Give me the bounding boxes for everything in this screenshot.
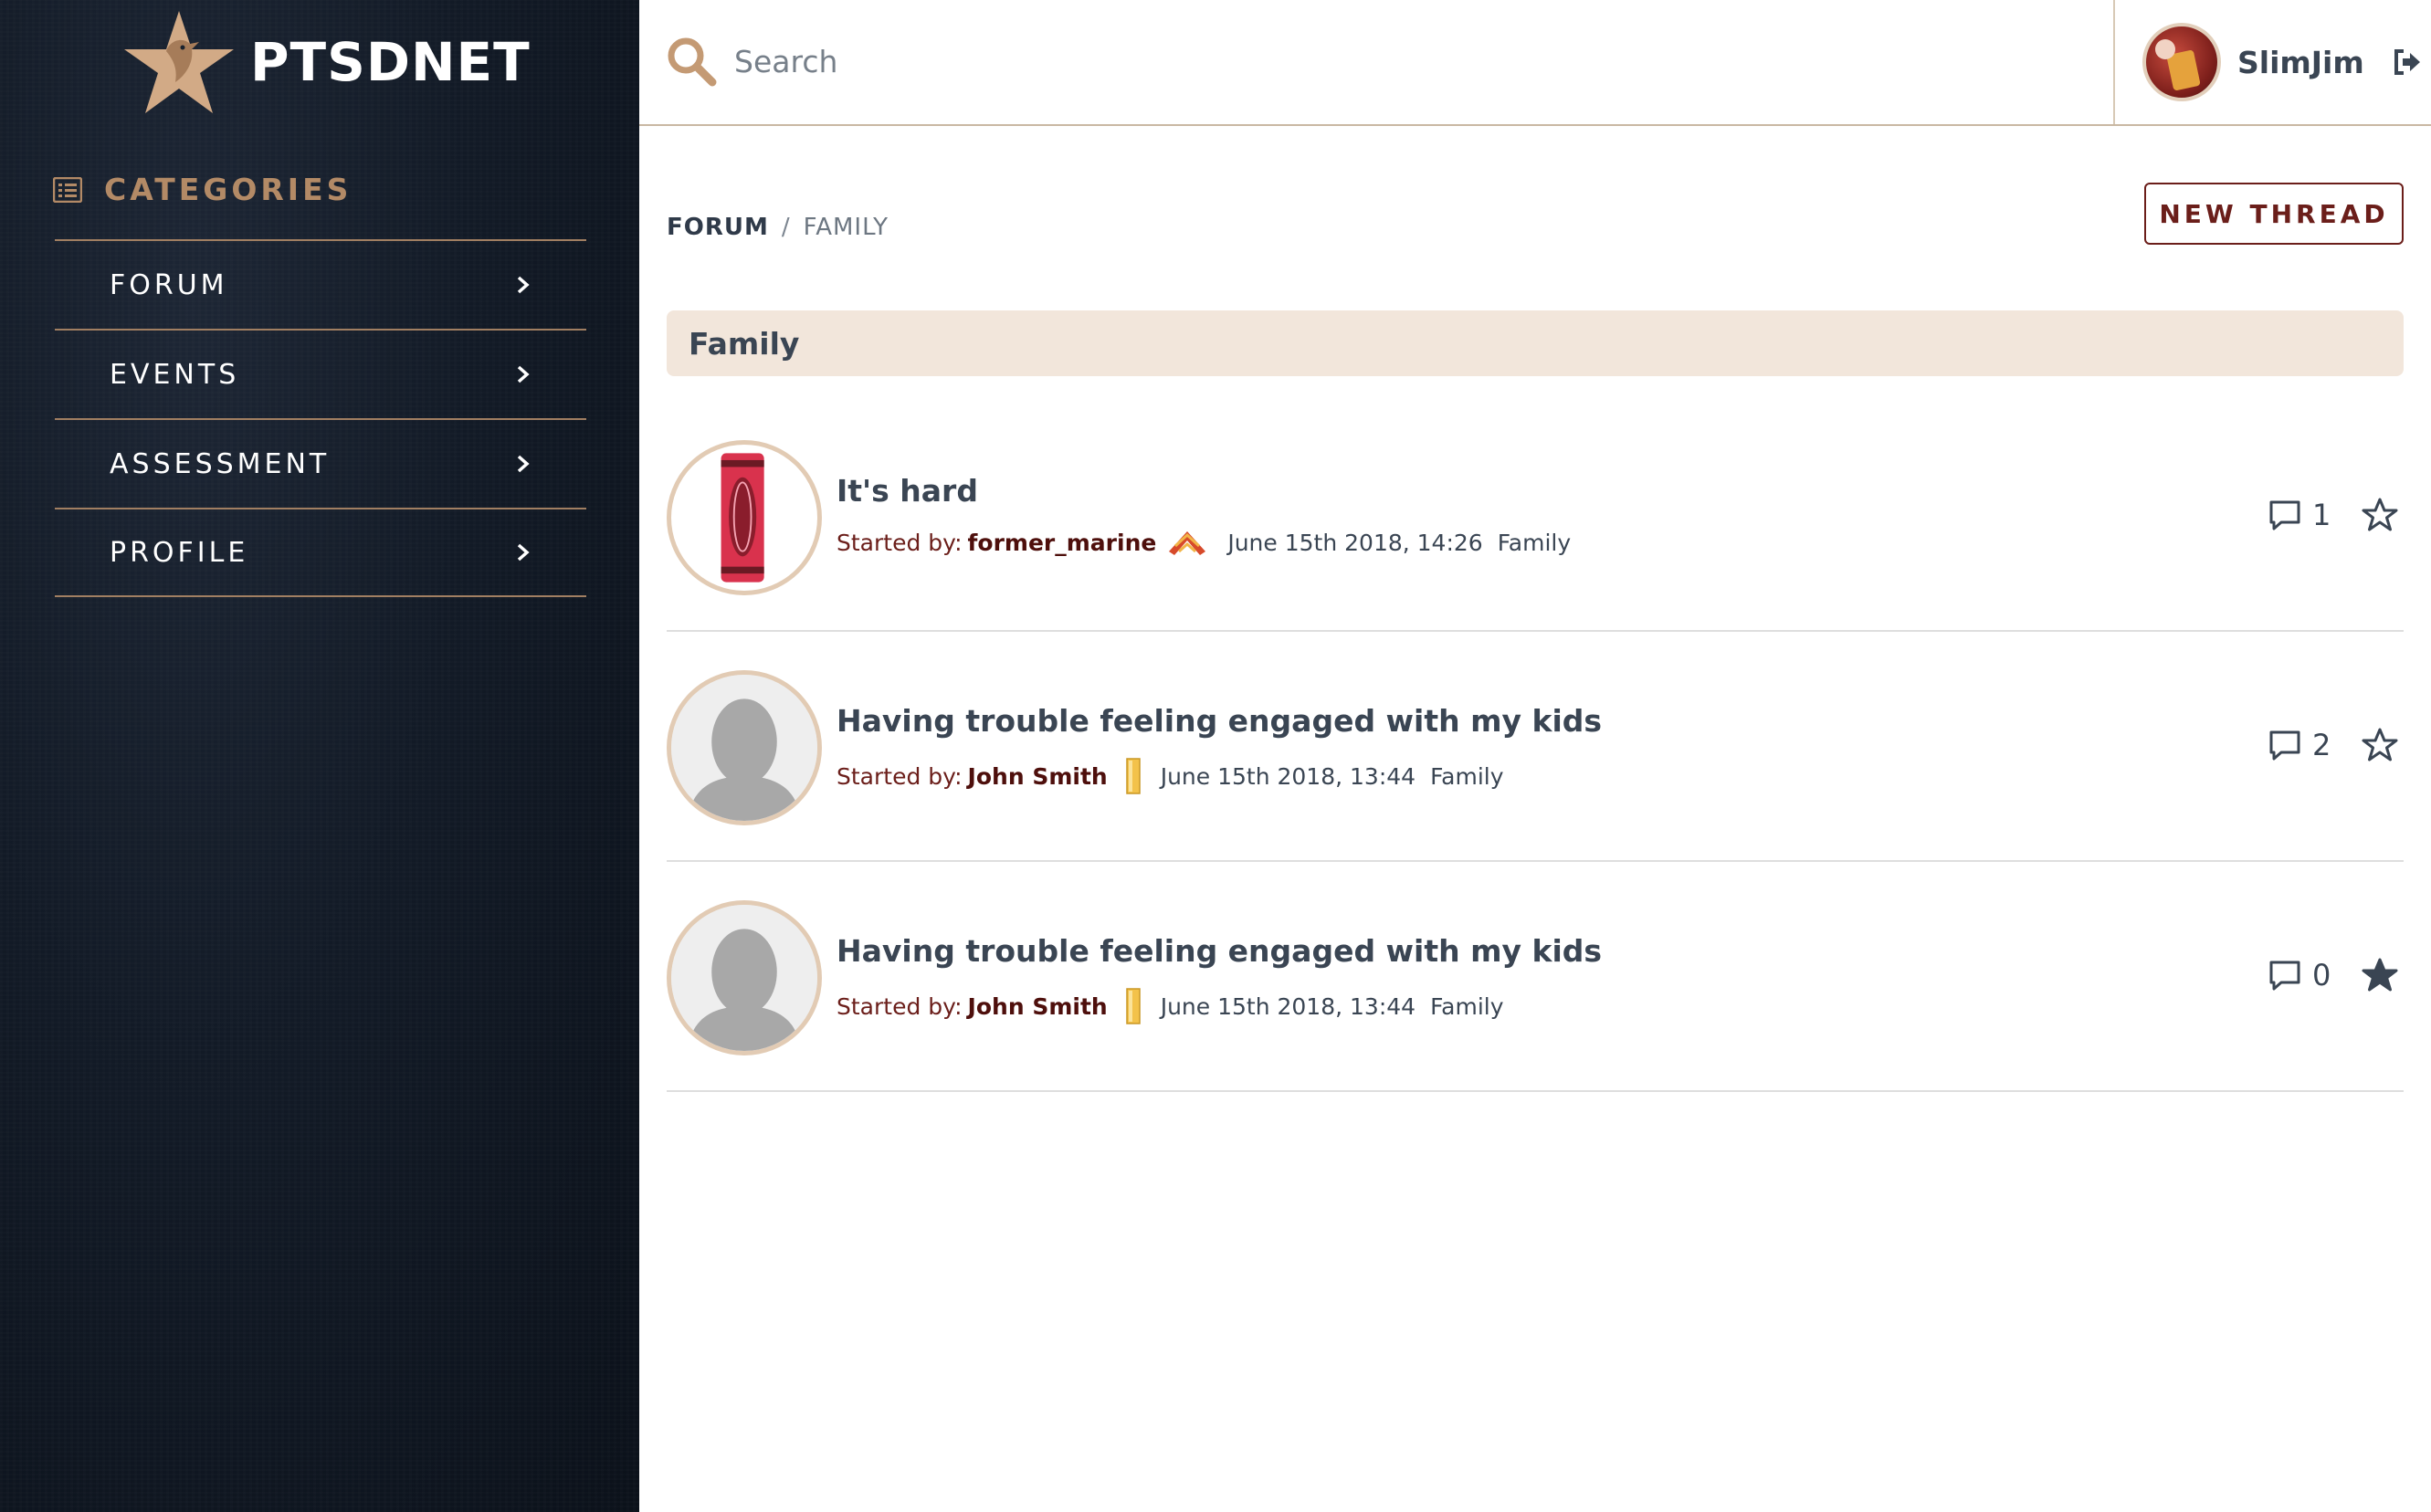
crayon-avatar-image: [721, 453, 764, 583]
thread-meta: Started by: John Smith June 15th 2018, 1…: [837, 988, 1504, 1024]
user-menu: SlimJim: [2113, 0, 2431, 124]
chevron-right-icon: [517, 276, 530, 294]
chevron-right-icon: [517, 543, 530, 562]
thread-row[interactable]: Having trouble feeling engaged with my k…: [667, 632, 2404, 862]
default-avatar-image: [671, 905, 817, 1051]
breadcrumb-separator: /: [781, 214, 791, 241]
thread-date: June 15th 2018, 13:44: [1160, 762, 1416, 790]
sidebar-item-profile[interactable]: PROFILE: [55, 508, 586, 597]
thread-author[interactable]: former_marine: [968, 530, 1157, 556]
comment-icon[interactable]: [2268, 499, 2301, 531]
thread-category: Family: [1430, 762, 1504, 790]
thread-actions: 2: [2268, 727, 2398, 763]
sidebar-item-label: EVENTS: [110, 358, 240, 391]
comment-count: 1: [2312, 498, 2331, 532]
thread-row[interactable]: Having trouble feeling engaged with my k…: [667, 862, 2404, 1092]
section-title: Family: [689, 325, 800, 362]
thread-actions: 0: [2268, 957, 2398, 993]
started-by-label: Started by:: [837, 992, 963, 1020]
star-outline-icon[interactable]: [2362, 497, 2398, 533]
chevron-right-icon: [517, 365, 530, 383]
thread-author-avatar[interactable]: [667, 670, 822, 825]
thread-author-avatar[interactable]: [667, 440, 822, 595]
new-thread-button[interactable]: NEW THREAD: [2144, 183, 2404, 245]
star-filled-icon[interactable]: [2362, 957, 2398, 993]
thread-title[interactable]: Having trouble feeling engaged with my k…: [837, 933, 1602, 969]
thread-author-avatar[interactable]: [667, 900, 822, 1055]
star-outline-icon[interactable]: [2362, 727, 2398, 763]
thread-list: It's hard Started by: former_marine June…: [667, 402, 2404, 1092]
thread-author[interactable]: John Smith: [968, 993, 1108, 1020]
sidebar: PTSDNET CATEGORIES FORUM EVENTS ASSESSME…: [0, 0, 639, 1512]
comment-count: 2: [2312, 728, 2331, 762]
search-input[interactable]: [734, 43, 1739, 79]
default-avatar-image: [671, 675, 817, 821]
logout-icon[interactable]: [2392, 47, 2423, 78]
sidebar-item-assessment[interactable]: ASSESSMENT: [55, 418, 586, 508]
categories-heading: CATEGORIES: [53, 172, 352, 207]
thread-title[interactable]: Having trouble feeling engaged with my k…: [837, 703, 1602, 739]
brand-logo[interactable]: PTSDNET: [122, 9, 531, 115]
thread-category: Family: [1430, 992, 1504, 1020]
thread-date: June 15th 2018, 14:26: [1227, 529, 1483, 556]
topbar: SlimJim: [639, 0, 2431, 126]
thread-author[interactable]: John Smith: [968, 763, 1108, 790]
comment-icon[interactable]: [2268, 959, 2301, 992]
sidebar-item-forum[interactable]: FORUM: [55, 239, 586, 329]
search-box: [665, 35, 1739, 88]
chevron-right-icon: [517, 455, 530, 473]
started-by-label: Started by:: [837, 529, 963, 556]
search-icon[interactable]: [665, 35, 718, 88]
breadcrumb-forum-link[interactable]: FORUM: [667, 214, 769, 241]
rank-bar-icon: [1125, 758, 1141, 794]
breadcrumb: FORUM / FAMILY: [667, 214, 889, 241]
avatar[interactable]: [2142, 23, 2221, 101]
breadcrumb-current: FAMILY: [803, 214, 889, 241]
thread-title[interactable]: It's hard: [837, 473, 978, 509]
thread-row[interactable]: It's hard Started by: former_marine June…: [667, 402, 2404, 632]
thread-meta: Started by: John Smith June 15th 2018, 1…: [837, 758, 1504, 794]
started-by-label: Started by:: [837, 762, 963, 790]
username[interactable]: SlimJim: [2237, 45, 2364, 80]
eagle-star-icon: [124, 11, 234, 113]
comment-icon[interactable]: [2268, 729, 2301, 761]
sidebar-item-label: FORUM: [110, 268, 228, 301]
rank-bar-icon: [1125, 988, 1141, 1024]
rank-chevron-icon: [1167, 528, 1207, 557]
thread-category: Family: [1497, 529, 1572, 556]
section-header: Family: [667, 310, 2404, 376]
comment-count: 0: [2312, 958, 2331, 992]
sidebar-item-events[interactable]: EVENTS: [55, 329, 586, 418]
thread-actions: 1: [2268, 497, 2398, 533]
sidebar-item-label: ASSESSMENT: [110, 447, 331, 480]
categories-label: CATEGORIES: [104, 172, 353, 207]
thread-date: June 15th 2018, 13:44: [1160, 992, 1416, 1020]
thread-meta: Started by: former_marine June 15th 2018…: [837, 528, 1571, 557]
list-icon: [53, 176, 82, 203]
brand-name: PTSDNET: [250, 31, 531, 93]
sidebar-item-label: PROFILE: [110, 536, 249, 569]
sidebar-nav: FORUM EVENTS ASSESSMENT PROFILE: [55, 239, 586, 597]
